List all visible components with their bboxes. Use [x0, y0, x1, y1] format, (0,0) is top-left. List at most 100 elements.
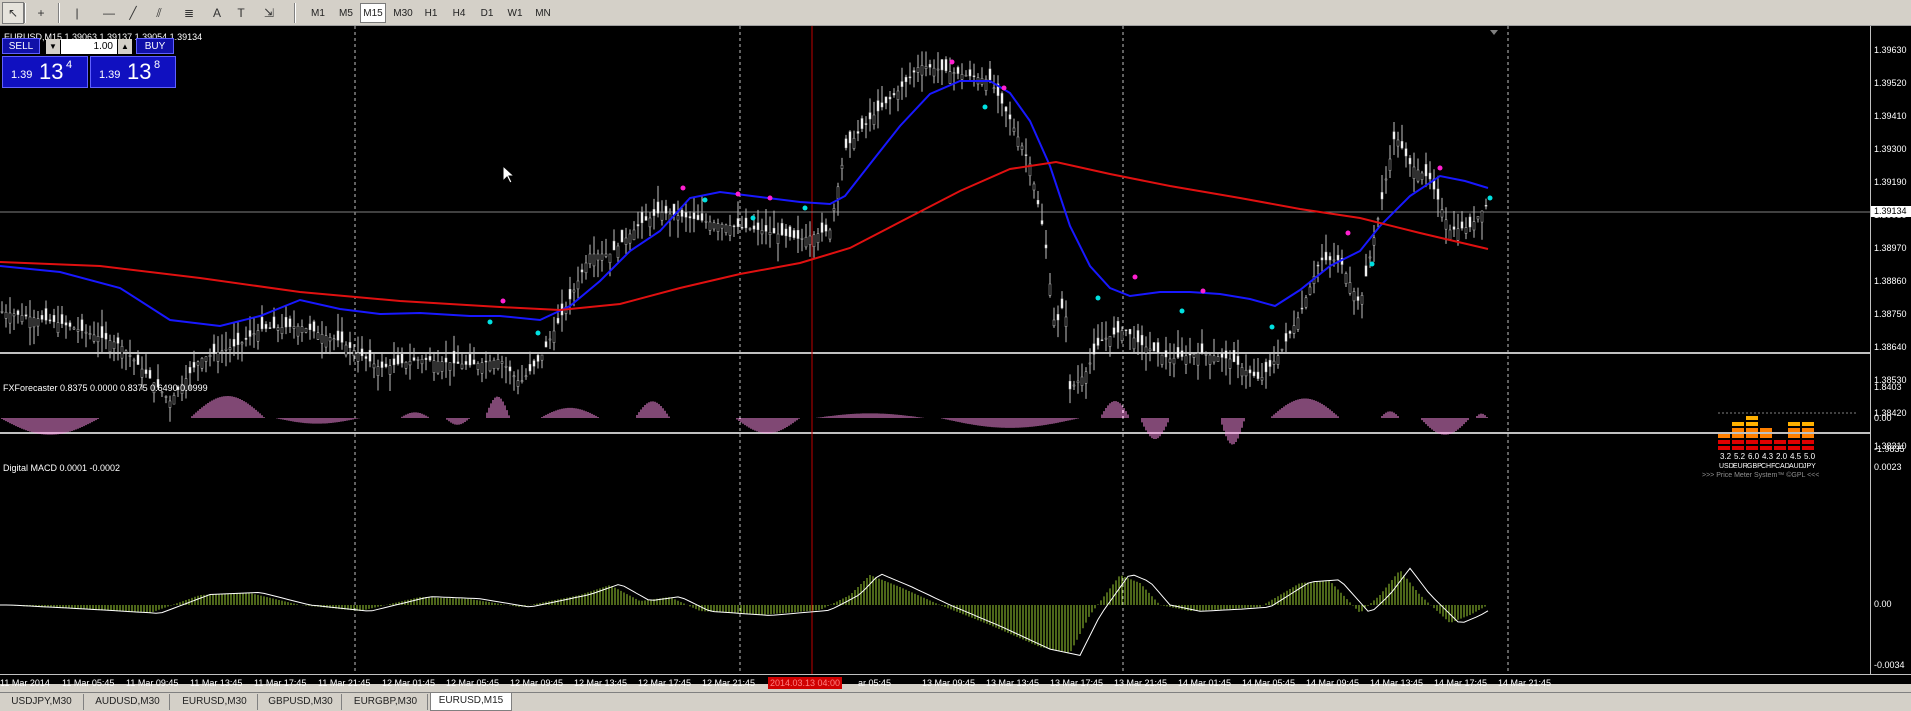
candles [0, 51, 1488, 422]
timeframe-m30[interactable]: M30 [390, 3, 416, 23]
candle-body [1100, 339, 1104, 342]
chart-area[interactable]: EURUSD,M15 1.39063 1.39137 1.39054 1.391… [0, 26, 1911, 684]
sell-price[interactable]: 1.39 13 4 [2, 56, 88, 88]
candle-body [276, 327, 280, 331]
candle-body [812, 234, 816, 247]
meter-segment [1788, 434, 1800, 438]
candle-body [1152, 342, 1156, 352]
candle-body [632, 229, 636, 241]
candle-body [432, 360, 436, 373]
candle-body [780, 223, 784, 236]
candle-body [272, 316, 276, 329]
timeframe-d1[interactable]: D1 [474, 3, 500, 23]
meter-caption: >>> Price Meter System™ ©GPL <<< [1702, 472, 1820, 479]
chart-tab[interactable]: EURUSD,M15 [430, 693, 512, 711]
vertical-line-icon[interactable]: | [66, 2, 88, 24]
candle-body [200, 358, 204, 369]
candle-body [1420, 172, 1424, 180]
candle-body [888, 96, 892, 100]
candle-body [544, 341, 548, 348]
buy-signal-dot [535, 330, 541, 336]
candle-body [524, 375, 528, 378]
candle-body [748, 228, 752, 230]
candle-body [332, 338, 336, 340]
candle-body [228, 347, 232, 351]
time-axis-label: 14 Mar 21:45 [1498, 678, 1552, 688]
candle-body [1148, 348, 1152, 351]
candle-body [1000, 93, 1004, 104]
price-axis-label: 1.39630 [1874, 45, 1907, 55]
chart-tab[interactable]: GBPUSD,M30 [260, 694, 342, 710]
candle-body [1464, 227, 1468, 234]
macd-axis-label: 0.00 [1874, 599, 1892, 609]
time-axis-label: ar 05:45 [858, 678, 892, 688]
candle-body [896, 90, 900, 100]
candle-body [772, 227, 776, 234]
time-axis-label: 13 Mar 09:45 [922, 678, 976, 688]
timeframe-m5[interactable]: M5 [333, 3, 359, 23]
meter-currency: USD [1719, 463, 1734, 470]
candle-body [12, 313, 16, 317]
candle-body [412, 357, 416, 361]
candle-body [452, 350, 456, 364]
chart-tab[interactable]: EURUSD,M30 [172, 694, 258, 710]
candle-body [516, 380, 520, 387]
buy-signal-dot [982, 104, 988, 110]
candle-body [1260, 377, 1264, 381]
chart-tab[interactable]: USDJPY,M30 [0, 694, 84, 710]
candle-body [732, 225, 736, 228]
text-label-icon[interactable]: T [230, 2, 252, 24]
forecaster-axis-label: 0.00 [1874, 413, 1892, 423]
lot-down-icon[interactable]: ▼ [46, 39, 60, 54]
channel-icon[interactable]: ⫽ [148, 2, 170, 24]
trendline-icon[interactable]: ╱ [122, 2, 144, 24]
timeframe-m15[interactable]: M15 [360, 3, 386, 23]
lot-up-icon[interactable]: ▲ [118, 39, 132, 54]
slow-ma-line [0, 160, 1489, 312]
time-axis-label: 12 Mar 13:45 [574, 678, 628, 688]
chart-tab[interactable]: AUDUSD,M30 [86, 694, 170, 710]
timeframe-m1[interactable]: M1 [305, 3, 331, 23]
timeframe-h1[interactable]: H1 [418, 3, 444, 23]
text-icon[interactable]: A [206, 2, 228, 24]
time-axis-label: 11 Mar 05:45 [62, 678, 115, 688]
lot-size-input[interactable]: 1.00 [61, 39, 117, 54]
candle-body [1440, 209, 1444, 218]
candle-body [344, 344, 348, 356]
price-axis-label: 1.38640 [1874, 342, 1907, 352]
candle-body [120, 346, 124, 359]
candle-body [484, 360, 488, 363]
candle-body [248, 330, 252, 337]
buy-button[interactable]: BUY [136, 38, 174, 54]
candle-body [1140, 334, 1144, 346]
cursor-icon[interactable]: ↖ [2, 2, 24, 24]
candle-body [1244, 369, 1248, 377]
candle-body [1416, 169, 1420, 182]
candle-body [1264, 361, 1268, 373]
horizontal-line-icon[interactable]: — [98, 2, 120, 24]
candle-body [224, 349, 228, 351]
timeframe-h4[interactable]: H4 [446, 3, 472, 23]
fibonacci-icon[interactable]: ≣ [178, 2, 200, 24]
sell-button[interactable]: SELL [2, 38, 40, 54]
fxforecaster-histogram [1, 396, 1488, 445]
buy-price[interactable]: 1.39 13 8 [90, 56, 176, 88]
crosshair-icon[interactable]: + [30, 2, 52, 24]
meter-value: 4.3 [1762, 452, 1774, 461]
arrows-icon[interactable]: ⇲ [258, 2, 280, 24]
candle-body [892, 93, 896, 96]
buy-signal-dot [750, 215, 756, 221]
candle-body [1328, 256, 1332, 261]
candle-body [468, 353, 472, 366]
chart-tab[interactable]: EURGBP,M30 [344, 694, 428, 710]
candle-body [1280, 348, 1284, 351]
meter-value: 3.2 [1720, 452, 1732, 461]
timeframe-w1[interactable]: W1 [502, 3, 528, 23]
candle-body [920, 65, 924, 76]
candle-body [444, 357, 448, 363]
candle-body [1188, 353, 1192, 356]
timeframe-mn[interactable]: MN [530, 3, 556, 23]
candle-body [168, 400, 172, 408]
time-axis-label: 11 Mar 17:45 [254, 678, 307, 688]
candle-body [172, 395, 176, 405]
